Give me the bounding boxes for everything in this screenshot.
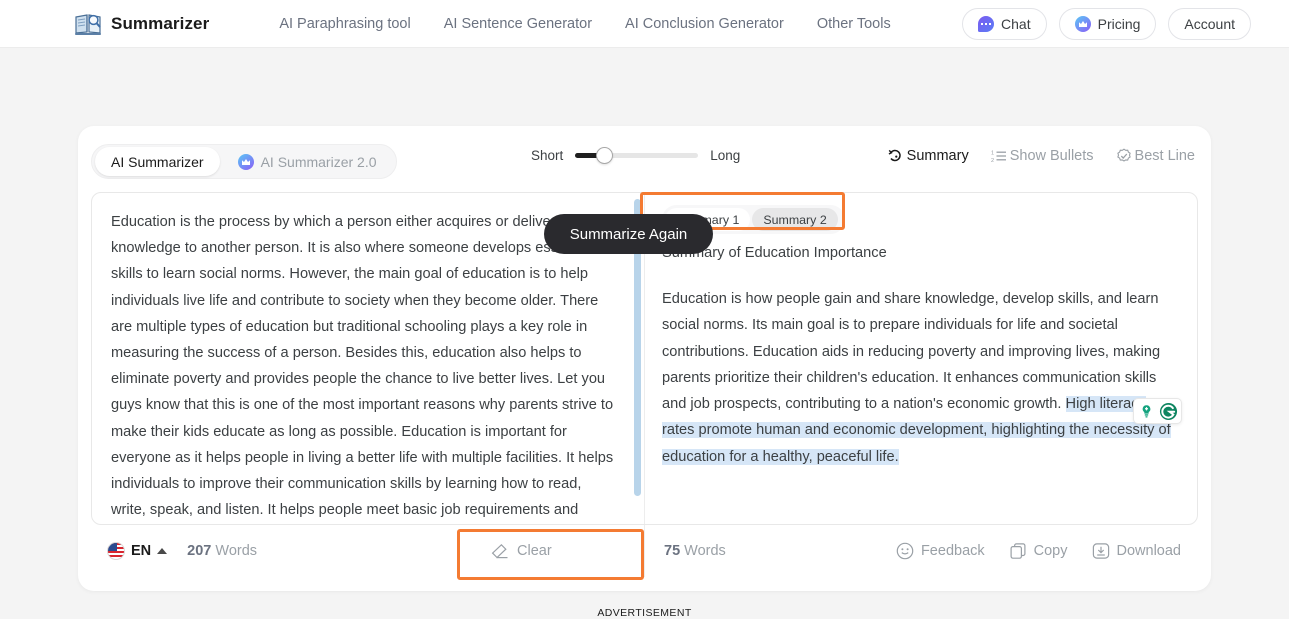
mode-tab-ai-summarizer-2-label: AI Summarizer 2.0	[261, 154, 377, 170]
copy-pages-icon	[1009, 542, 1027, 560]
summary-word-count-number: 75	[664, 543, 680, 559]
book-magnifier-icon	[74, 11, 102, 37]
feedback-button[interactable]: Feedback	[896, 542, 985, 560]
feedback-button-label: Feedback	[921, 543, 985, 559]
download-button[interactable]: Download	[1092, 542, 1182, 560]
pricing-button-label: Pricing	[1098, 16, 1141, 32]
length-slider[interactable]: Short Long	[531, 148, 740, 163]
mode-tab-ai-summarizer[interactable]: AI Summarizer	[95, 147, 220, 176]
summary-word-count: 75 Words	[664, 543, 726, 559]
slider-track[interactable]	[575, 153, 698, 158]
advertisement-label: ADVERTISEMENT	[0, 607, 1289, 619]
summary-body[interactable]: Education is how people gain and share k…	[662, 286, 1178, 470]
copy-button[interactable]: Copy	[1009, 542, 1068, 560]
nav-link-paraphrasing[interactable]: AI Paraphrasing tool	[279, 16, 410, 32]
numbered-list-icon: 1 2	[991, 148, 1007, 164]
grammarly-widget[interactable]	[1133, 398, 1182, 424]
mode-switch: AI Summarizer AI Summarizer 2.0	[91, 144, 397, 179]
view-action-best-line[interactable]: Best Line	[1116, 148, 1195, 164]
account-button-label: Account	[1184, 16, 1235, 32]
source-word-count: 207 Words	[187, 543, 257, 559]
mode-tab-ai-summarizer-2[interactable]: AI Summarizer 2.0	[222, 147, 393, 176]
card-toolbar: AI Summarizer AI Summarizer 2.0 Short Lo…	[78, 126, 1211, 192]
clear-button-label: Clear	[517, 543, 552, 559]
svg-text:1: 1	[991, 151, 994, 157]
footer-right-actions: Feedback Copy	[896, 542, 1181, 560]
summary-tab-2-label: Summary 2	[763, 213, 826, 227]
lightbulb-icon[interactable]	[1137, 402, 1156, 421]
download-box-icon	[1092, 542, 1110, 560]
view-action-best-line-label: Best Line	[1135, 148, 1195, 164]
nav-link-sentence-generator[interactable]: AI Sentence Generator	[444, 16, 592, 32]
view-action-show-bullets[interactable]: 1 2 Show Bullets	[991, 148, 1094, 164]
summarizer-card: AI Summarizer AI Summarizer 2.0 Short Lo…	[78, 126, 1211, 591]
language-code: EN	[131, 543, 151, 559]
chat-button[interactable]: Chat	[962, 8, 1047, 40]
language-selector[interactable]: EN	[107, 542, 167, 560]
chat-bubble-icon	[978, 16, 994, 32]
slider-max-label: Long	[710, 148, 740, 163]
crown-circle-icon	[238, 154, 254, 170]
nav-actions: Chat Pricing Account	[962, 8, 1251, 40]
view-actions: Summary 1 2 Show Bullets	[888, 148, 1195, 164]
brand[interactable]: Summarizer	[74, 11, 209, 37]
footer-left: EN 207 Words Clear	[91, 525, 644, 577]
source-word-count-label: Words	[215, 543, 257, 559]
badge-check-icon	[1116, 148, 1132, 164]
crown-circle-icon	[1075, 16, 1091, 32]
view-action-summary[interactable]: Summary	[888, 148, 969, 164]
summary-pane: Summary 1 Summary 2 Summary of Education…	[645, 193, 1197, 524]
account-button[interactable]: Account	[1168, 8, 1251, 40]
summary-title: Summary of Education Importance	[662, 242, 1178, 264]
eraser-icon	[491, 543, 510, 560]
summary-word-count-label: Words	[684, 543, 726, 559]
summary-body-text: Education is how people gain and share k…	[662, 291, 1160, 412]
chat-button-label: Chat	[1001, 16, 1031, 32]
summary-arrow-icon	[888, 148, 904, 164]
smiley-face-icon	[896, 542, 914, 560]
caret-up-icon	[157, 548, 167, 554]
view-action-show-bullets-label: Show Bullets	[1010, 148, 1094, 164]
top-navigation-bar: Summarizer AI Paraphrasing tool AI Sente…	[0, 0, 1289, 48]
download-button-label: Download	[1117, 543, 1182, 559]
footer-right: 75 Words Feedback	[644, 525, 1198, 577]
svg-text:2: 2	[991, 158, 994, 164]
nav-link-conclusion-generator[interactable]: AI Conclusion Generator	[625, 16, 784, 32]
copy-button-label: Copy	[1034, 543, 1068, 559]
card-footer: EN 207 Words Clear	[91, 525, 1198, 577]
grammarly-g-icon[interactable]	[1159, 402, 1178, 421]
source-word-count-number: 207	[187, 543, 211, 559]
summary-tab-2[interactable]: Summary 2	[752, 208, 837, 231]
view-action-summary-label: Summary	[907, 148, 969, 164]
page-body: AI Summarizer AI Summarizer 2.0 Short Lo…	[0, 48, 1289, 602]
us-flag-icon	[107, 542, 125, 560]
slider-min-label: Short	[531, 148, 563, 163]
nav-link-other-tools[interactable]: Other Tools	[817, 16, 891, 32]
mode-tab-ai-summarizer-label: AI Summarizer	[111, 154, 204, 170]
nav-links: AI Paraphrasing tool AI Sentence Generat…	[279, 16, 890, 32]
summarize-again-button[interactable]: Summarize Again	[544, 214, 713, 254]
slider-thumb[interactable]	[596, 147, 613, 164]
pricing-button[interactable]: Pricing	[1059, 8, 1157, 40]
brand-name: Summarizer	[111, 14, 209, 34]
clear-button[interactable]: Clear	[491, 543, 552, 560]
